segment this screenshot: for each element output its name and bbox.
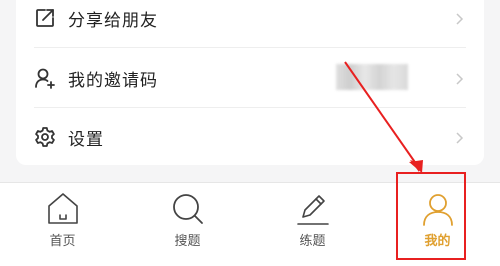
tab-practice[interactable]: 练题 [250,183,375,266]
menu-item-settings-label: 设置 [68,129,104,150]
chevron-right-icon [454,71,464,85]
menu-item-settings[interactable]: 设置 [16,107,484,167]
tab-search[interactable]: 搜题 [125,183,250,266]
tab-practice-label: 练题 [299,234,326,249]
menu-item-invite-code-label: 我的邀请码 [68,70,158,91]
person-add-icon [34,67,56,89]
pencil-icon [293,189,333,229]
home-icon [43,189,83,229]
tab-search-label: 搜题 [174,234,201,249]
gear-icon [34,126,56,148]
search-icon [168,189,208,229]
chevron-right-icon [454,130,464,144]
menu-item-invite-code[interactable]: 我的邀请码 [16,48,484,108]
tab-home-label: 首页 [49,234,76,249]
annotation-highlight-box [396,172,466,260]
tab-home[interactable]: 首页 [0,183,125,266]
share-icon [34,7,56,29]
menu-item-share[interactable]: 分享给朋友 [16,0,484,48]
chevron-right-icon [454,11,464,25]
invite-code-value-blurred [336,64,408,90]
menu-item-share-label: 分享给朋友 [68,10,158,31]
